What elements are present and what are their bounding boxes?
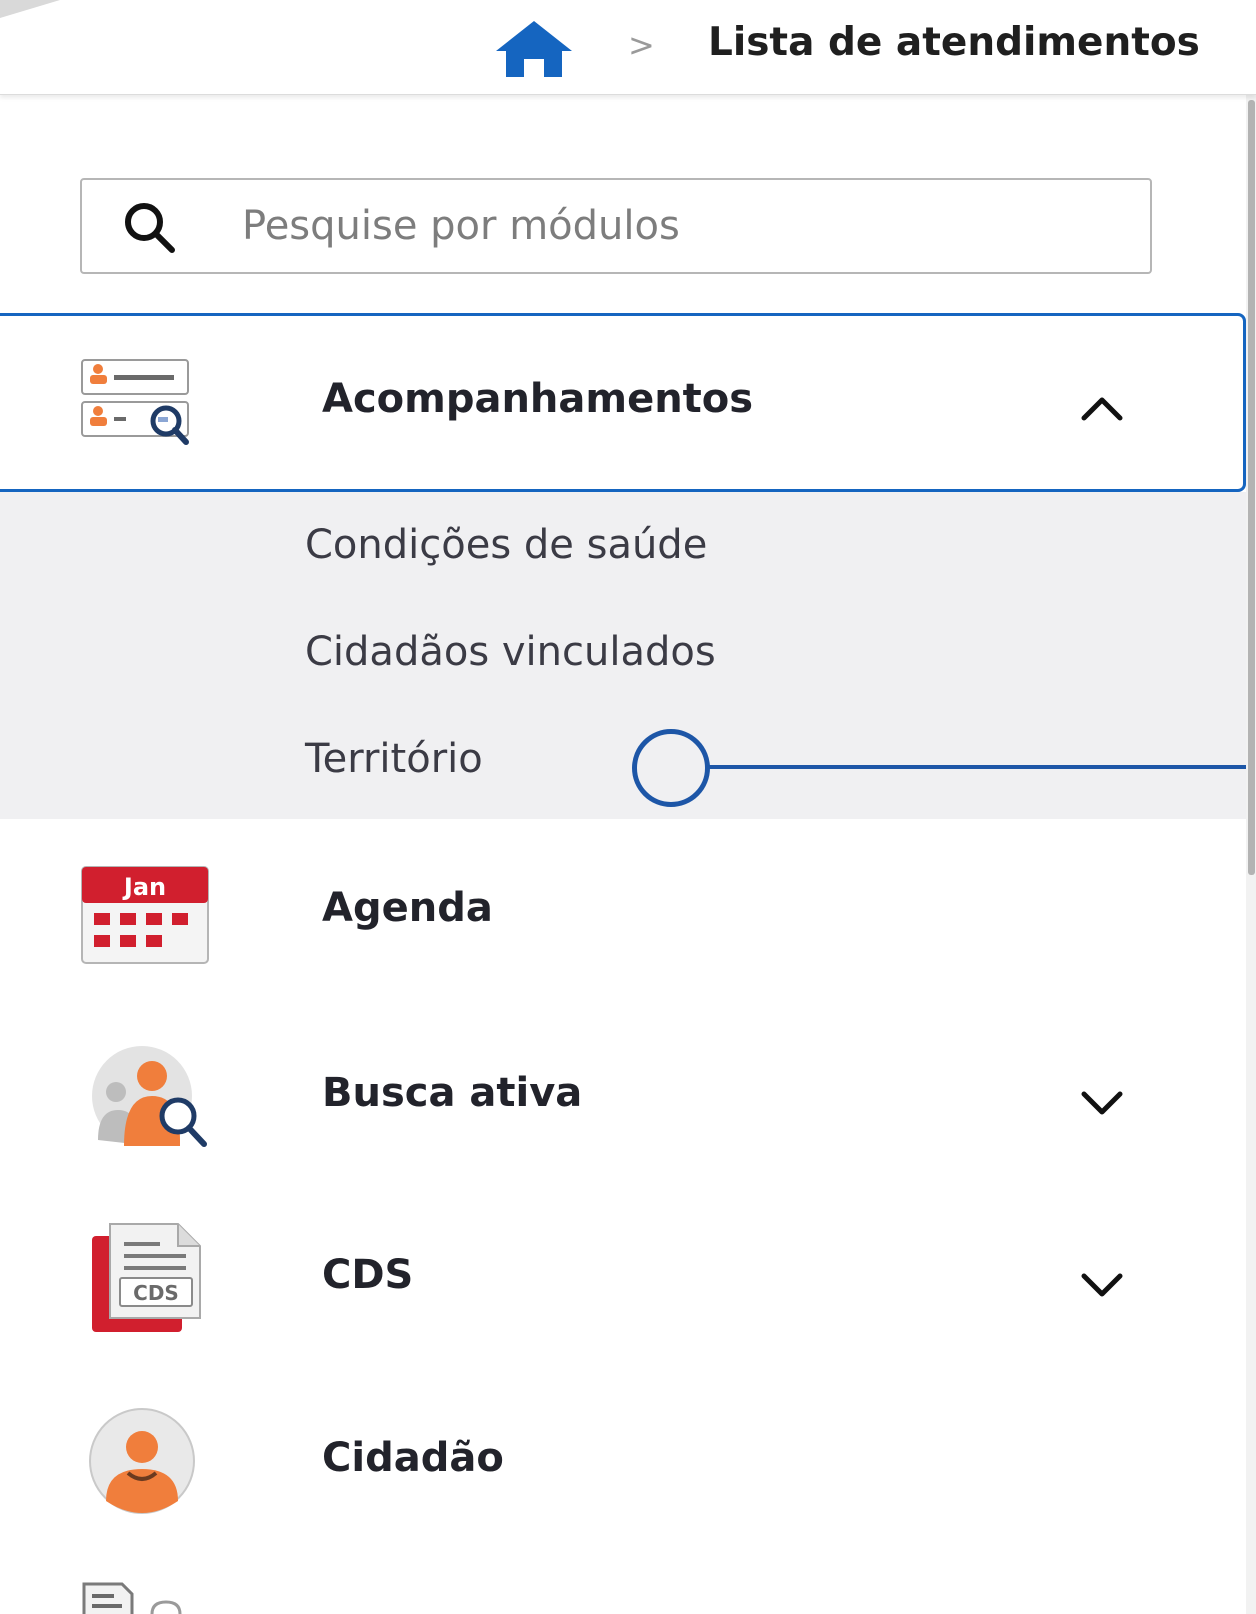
document-list-icon	[82, 1582, 182, 1614]
menu-item-label: Busca ativa	[322, 1070, 583, 1116]
menu-item-label: Cidadão	[322, 1435, 504, 1481]
submenu-item-territorio[interactable]: Território	[305, 736, 483, 782]
home-icon[interactable]	[492, 19, 576, 79]
chevron-down-icon	[1081, 1273, 1123, 1297]
breadcrumb-separator: >	[628, 26, 655, 64]
annotation-pointer-line	[708, 765, 1256, 769]
chevron-down-icon	[1081, 1091, 1123, 1115]
corner-decoration	[0, 0, 60, 18]
citizen-avatar-icon	[89, 1408, 195, 1514]
menu-item-acompanhamentos[interactable]: Acompanhamentos	[0, 313, 1246, 492]
cds-icon-text: CDS	[133, 1281, 179, 1305]
search-icon	[125, 203, 175, 253]
scrollbar-thumb[interactable]	[1248, 100, 1255, 875]
acompanhamentos-submenu: Condições de saúde Cidadãos vinculados T…	[0, 492, 1246, 819]
busca-ativa-icon	[92, 1046, 207, 1147]
chevron-up-icon	[1081, 397, 1123, 421]
acompanhamentos-icon	[81, 359, 189, 445]
search-input[interactable]	[242, 190, 1122, 262]
annotation-pointer-dot	[632, 729, 710, 807]
top-header: > Lista de atendimentos	[0, 0, 1256, 95]
calendar-month-text: Jan	[122, 873, 166, 901]
menu-item-label: Acompanhamentos	[322, 376, 754, 422]
menu-item-cds[interactable]: CDS CDS	[0, 1212, 1246, 1342]
submenu-item-condicoes-de-saude[interactable]: Condições de saúde	[305, 522, 707, 568]
cds-document-icon: CDS	[92, 1223, 201, 1332]
submenu-item-cidadaos-vinculados[interactable]: Cidadãos vinculados	[305, 629, 716, 675]
menu-item-agenda[interactable]: Jan Agenda	[0, 845, 1246, 975]
menu-item-label: Agenda	[322, 885, 493, 931]
breadcrumb-current-page: Lista de atendimentos	[708, 20, 1200, 65]
module-search[interactable]	[80, 178, 1152, 274]
menu-item-label: CDS	[322, 1252, 414, 1298]
menu-item-busca-ativa[interactable]: Busca ativa	[0, 1030, 1246, 1160]
calendar-icon: Jan	[81, 866, 209, 964]
menu-item-cidadao[interactable]: Cidadão	[0, 1395, 1246, 1525]
